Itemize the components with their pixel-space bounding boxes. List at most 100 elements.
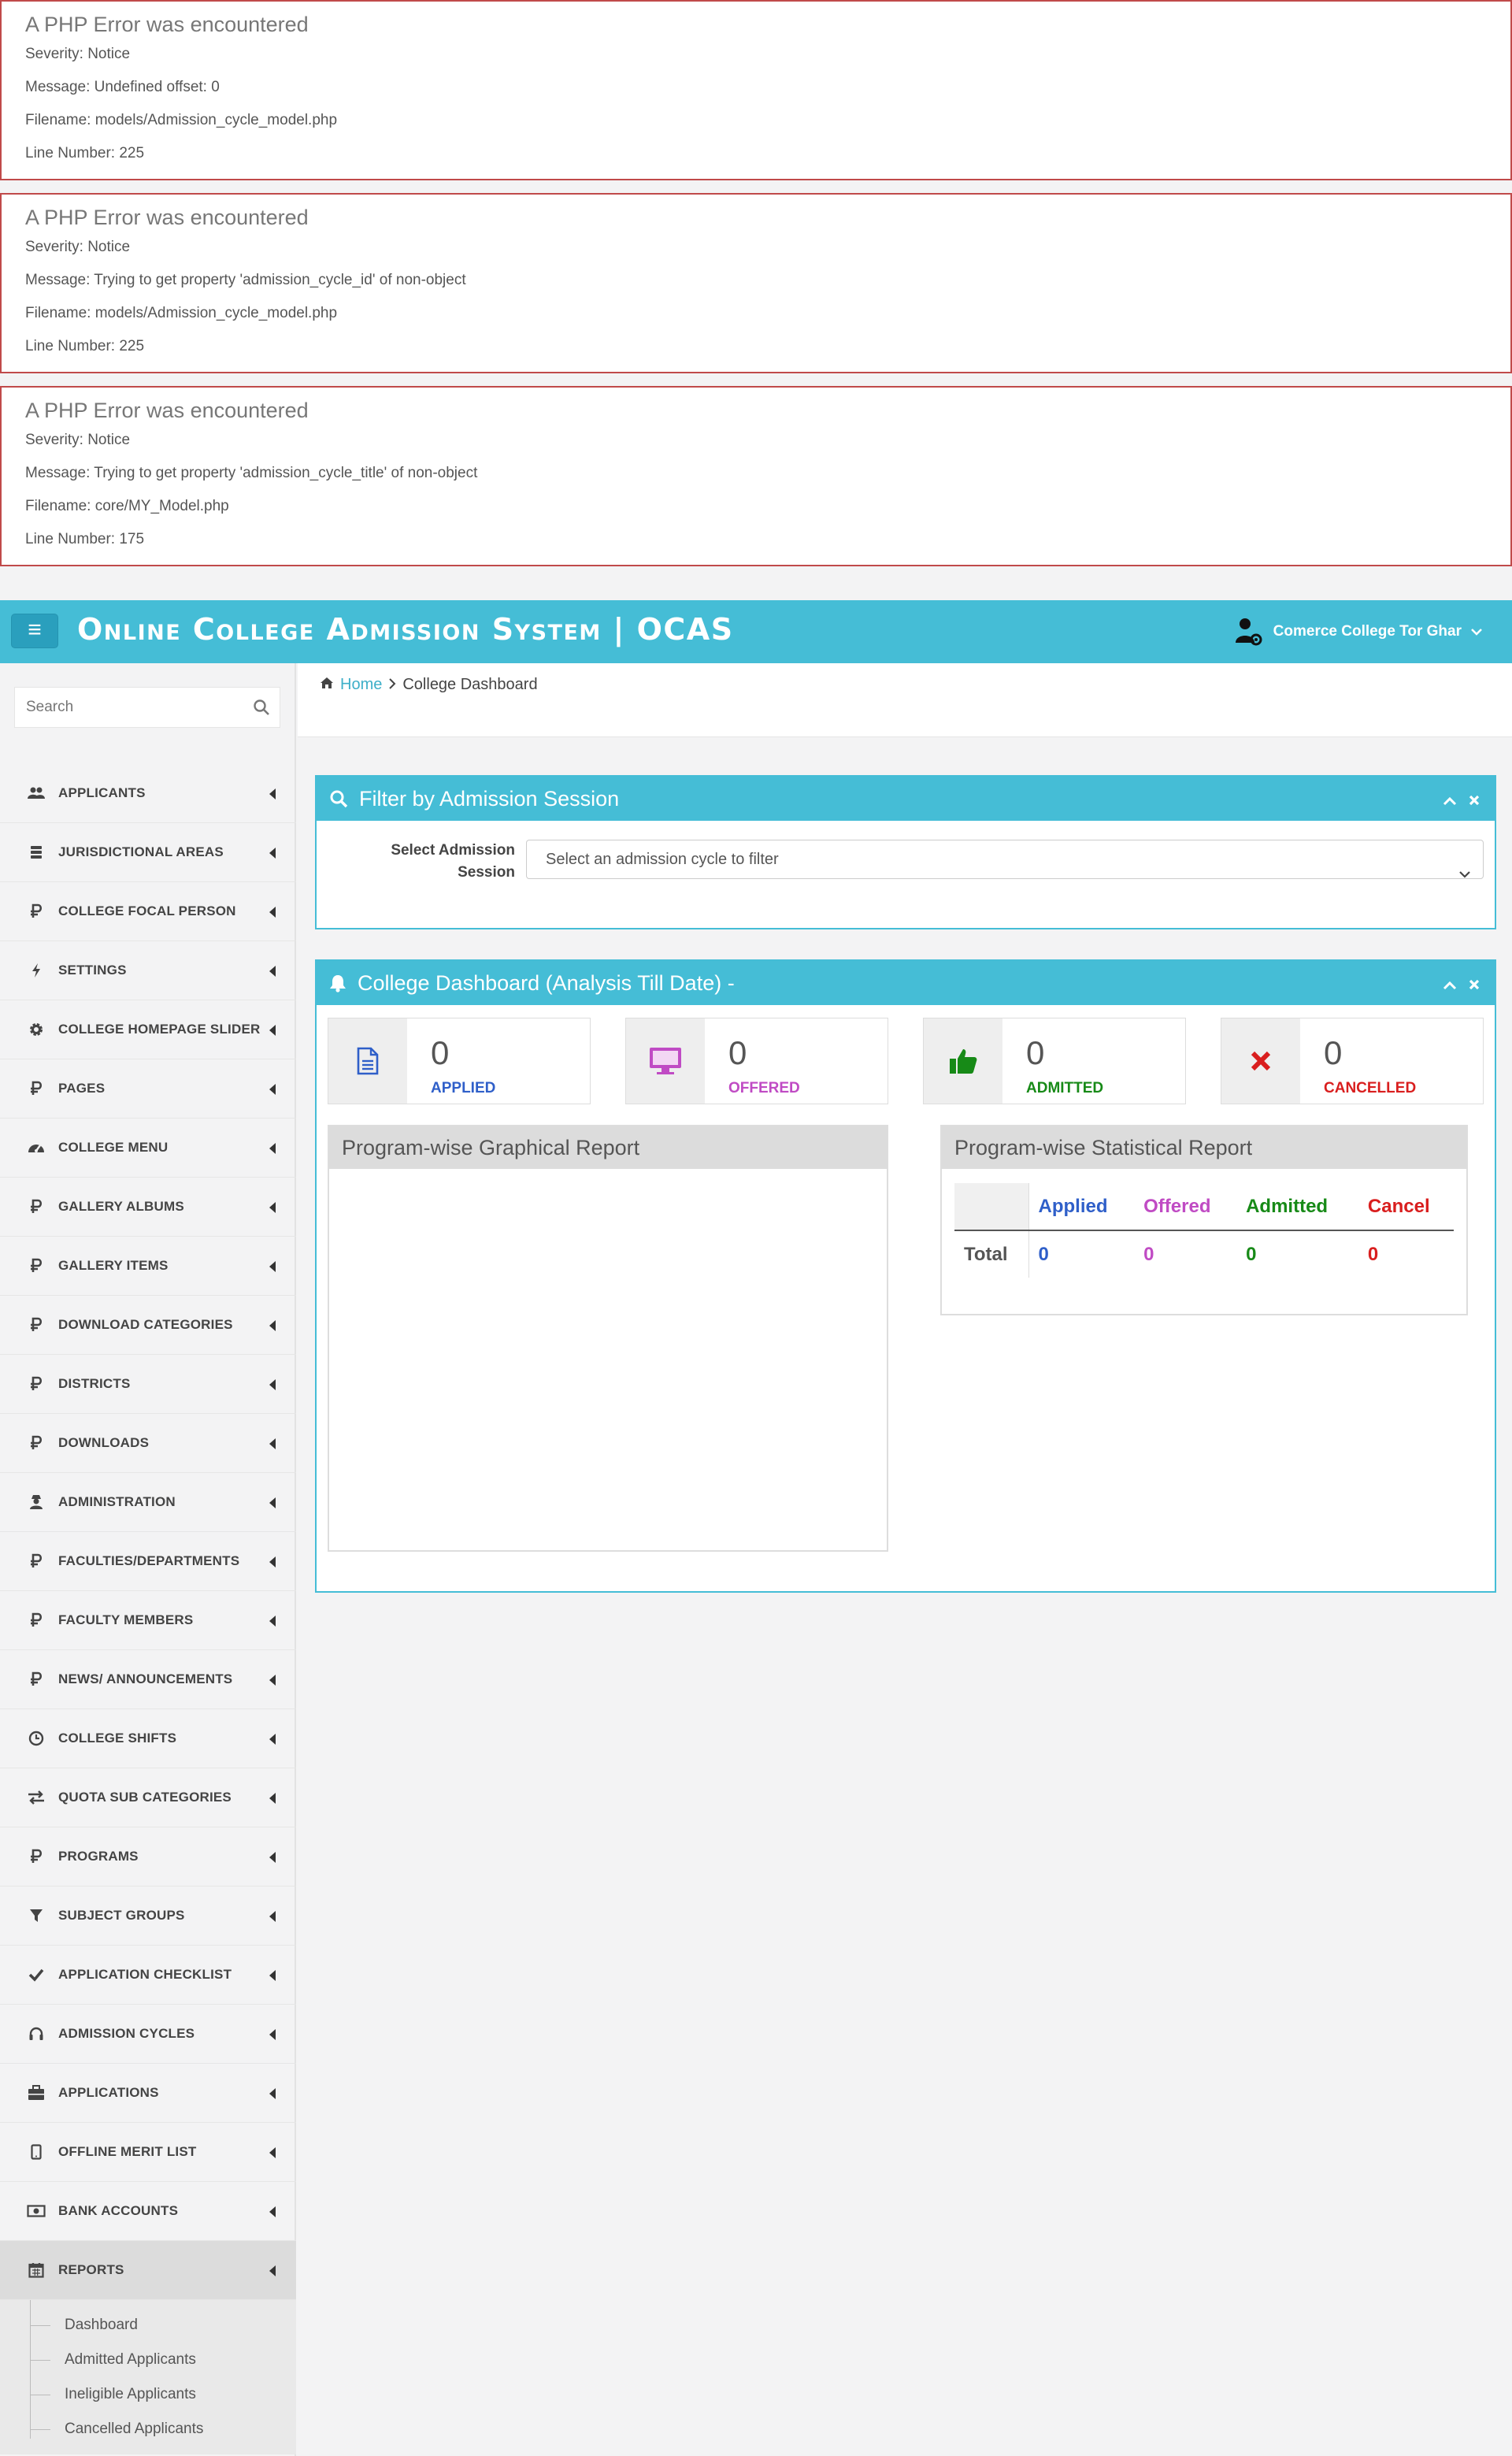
sidebar-item-bank-accounts[interactable]: BANK ACCOUNTS: [0, 2182, 296, 2241]
sidebar-item-faculties-departments[interactable]: FACULTIES/DEPARTMENTS: [0, 1532, 296, 1591]
caret-left-icon: [269, 1084, 276, 1095]
sidebar-item-administration[interactable]: ADMINISTRATION: [0, 1473, 296, 1532]
dashboard-panel: College Dashboard (Analysis Till Date) -…: [315, 959, 1496, 1593]
caret-left-icon: [269, 1497, 276, 1508]
admission-session-label: Select Admission Session: [391, 842, 515, 881]
brand-title[interactable]: Online College Admission System | OCAS: [77, 612, 734, 647]
user-menu[interactable]: Comerce College Tor Ghar: [1232, 616, 1482, 647]
search-icon[interactable]: [253, 699, 270, 721]
sidebar-item-label: QUOTA SUB CATEGORIES: [58, 1790, 232, 1805]
caret-left-icon: [269, 2206, 276, 2217]
search-icon: [329, 789, 348, 808]
sidebar-item-label: OFFLINE MERIT LIST: [58, 2144, 197, 2159]
sidebar-item-gallery-albums[interactable]: GALLERY ALBUMS: [0, 1178, 296, 1237]
sidebar-item-quota-sub-categories[interactable]: QUOTA SUB CATEGORIES: [0, 1768, 296, 1827]
sidebar-item-label: GALLERY ITEMS: [58, 1258, 169, 1273]
collapse-icon[interactable]: [1443, 788, 1457, 812]
sidebar-item-settings[interactable]: SETTINGS: [0, 941, 296, 1000]
sidebar-item-college-focal-person[interactable]: COLLEGE FOCAL PERSON: [0, 882, 296, 941]
ruble-icon: [27, 1847, 46, 1866]
table-cell-admitted: 0: [1246, 1243, 1257, 1265]
sidebar-item-applications[interactable]: APPLICATIONS: [0, 2064, 296, 2123]
sidebar-item-jurisdictional-areas[interactable]: JURISDICTIONAL AREAS: [0, 823, 296, 882]
close-icon[interactable]: [1468, 972, 1480, 996]
submenu-item-ineligible-applicants[interactable]: Ineligible Applicants: [0, 2377, 296, 2412]
close-icon[interactable]: [1468, 788, 1480, 812]
sidebar-item-label: FACULTY MEMBERS: [58, 1612, 194, 1627]
user-cog-icon: [1232, 616, 1264, 647]
sidebar-menu: APPLICANTS JURISDICTIONAL AREAS COLLEGE FO…: [0, 764, 296, 2454]
caret-left-icon: [269, 1970, 276, 1981]
caret-left-icon: [269, 1438, 276, 1449]
sidebar-item-applicants[interactable]: APPLICANTS: [0, 764, 296, 823]
sidebar-toggle-button[interactable]: ≡: [11, 614, 58, 648]
sidebar-item-pages[interactable]: PAGES: [0, 1059, 296, 1119]
sidebar-item-faculty-members[interactable]: FACULTY MEMBERS: [0, 1591, 296, 1650]
stat-admitted-label: ADMITTED: [1026, 1080, 1104, 1096]
admission-session-select[interactable]: Select an admission cycle to filter: [526, 840, 1484, 879]
tablet-icon: [27, 2143, 46, 2161]
sidebar-item-label: JURISDICTIONAL AREAS: [58, 844, 224, 859]
submenu-item-dashboard[interactable]: Dashboard: [0, 2308, 296, 2343]
sidebar-item-reports[interactable]: REPORTS: [0, 2241, 296, 2300]
sidebar: APPLICANTS JURISDICTIONAL AREAS COLLEGE FO…: [0, 663, 296, 2456]
clock-icon: [27, 1729, 46, 1748]
graphical-report-title: Program-wise Graphical Report: [329, 1126, 887, 1169]
ruble-icon: [27, 1552, 46, 1571]
stat-offered-label: OFFERED: [728, 1080, 800, 1096]
exchange-icon: [27, 1788, 46, 1807]
dashboard-icon: [27, 1138, 46, 1157]
ruble-icon: [27, 1256, 46, 1275]
sidebar-item-districts[interactable]: DISTRICTS: [0, 1355, 296, 1414]
sidebar-item-gallery-items[interactable]: GALLERY ITEMS: [0, 1237, 296, 1296]
table-header-blank: [954, 1183, 1029, 1231]
ruble-icon: [27, 1079, 46, 1098]
sidebar-item-college-shifts[interactable]: COLLEGE SHIFTS: [0, 1709, 296, 1768]
ruble-icon: [27, 1197, 46, 1216]
error-title: A PHP Error was encountered: [25, 399, 309, 422]
check-icon: [27, 1965, 46, 1984]
caret-left-icon: [269, 1852, 276, 1863]
sidebar-item-application-checklist[interactable]: APPLICATION CHECKLIST: [0, 1946, 296, 2005]
stat-admitted-value: 0: [1026, 1034, 1045, 1071]
ruble-icon: [27, 1611, 46, 1630]
sidebar-item-downloads[interactable]: DOWNLOADS: [0, 1414, 296, 1473]
collapse-icon[interactable]: [1443, 972, 1457, 996]
caret-left-icon: [269, 1202, 276, 1213]
breadcrumb-home-link[interactable]: Home: [340, 676, 382, 694]
error-message: Message: Trying to get property 'admissi…: [25, 272, 466, 288]
table-header-cancel: Cancel: [1358, 1183, 1454, 1231]
ruble-icon: [27, 1375, 46, 1393]
sidebar-item-offline-merit-list[interactable]: OFFLINE MERIT LIST: [0, 2123, 296, 2182]
sidebar-item-label: APPLICATION CHECKLIST: [58, 1967, 232, 1982]
sidebar-item-programs[interactable]: PROGRAMS: [0, 1827, 296, 1887]
sidebar-search: [14, 687, 280, 728]
caret-left-icon: [269, 1734, 276, 1745]
error-severity: Severity: Notice: [25, 239, 131, 255]
stat-applied-value: 0: [431, 1034, 450, 1071]
sidebar-item-college-homepage-slider[interactable]: COLLEGE HOMEPAGE SLIDER: [0, 1000, 296, 1059]
error-severity: Severity: Notice: [25, 46, 131, 62]
caret-left-icon: [269, 2147, 276, 2158]
php-error-box: A PHP Error was encountered Severity: No…: [0, 193, 1512, 373]
submenu-item-cancelled-applicants[interactable]: Cancelled Applicants: [0, 2412, 296, 2447]
error-title: A PHP Error was encountered: [25, 13, 309, 36]
sidebar-item-admission-cycles[interactable]: ADMISSION CYCLES: [0, 2005, 296, 2064]
sidebar-item-college-menu[interactable]: COLLEGE MENU: [0, 1119, 296, 1178]
file-icon: [328, 1018, 407, 1104]
search-input[interactable]: [15, 688, 235, 727]
caret-left-icon: [269, 1261, 276, 1272]
sidebar-item-label: DISTRICTS: [58, 1376, 131, 1391]
sidebar-item-label: REPORTS: [58, 2262, 124, 2277]
submenu-item-admitted-applicants[interactable]: Admitted Applicants: [0, 2343, 296, 2377]
error-line: Line Number: 225: [25, 338, 145, 354]
sidebar-item-subject-groups[interactable]: SUBJECT GROUPS: [0, 1887, 296, 1946]
chevron-right-icon: [388, 676, 396, 694]
breadcrumb-current: College Dashboard: [402, 676, 538, 693]
caret-left-icon: [269, 2265, 276, 2276]
sidebar-item-news-announcements[interactable]: NEWS/ ANNOUNCEMENTS: [0, 1650, 296, 1709]
sidebar-item-label: PROGRAMS: [58, 1849, 139, 1864]
sidebar-item-download-categories[interactable]: DOWNLOAD CATEGORIES: [0, 1296, 296, 1355]
filter-panel: Filter by Admission Session Select Admis…: [315, 775, 1496, 929]
ruble-icon: [27, 1670, 46, 1689]
